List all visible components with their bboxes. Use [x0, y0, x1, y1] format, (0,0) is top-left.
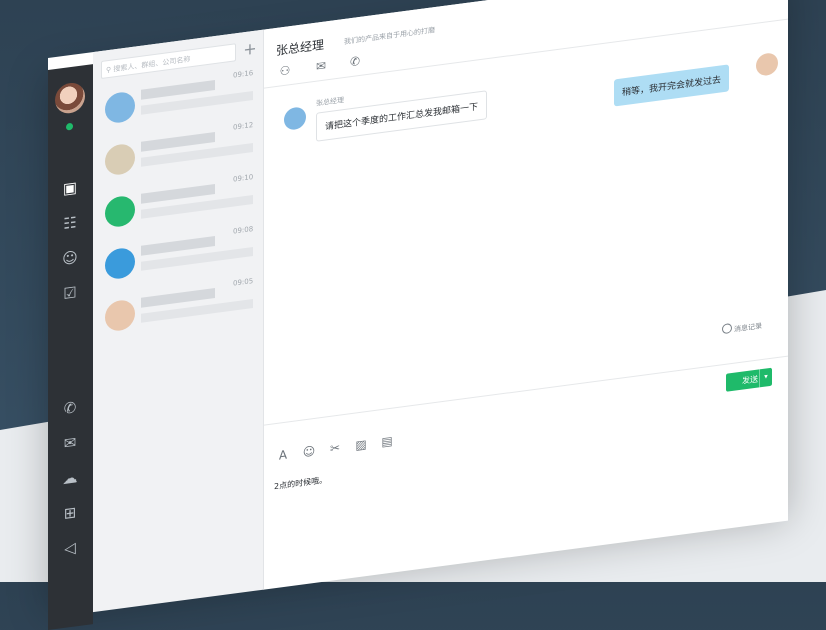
clock-icon	[722, 322, 732, 335]
contacts-icon[interactable]: ☺	[59, 246, 81, 271]
send-button[interactable]: 发送 ▼	[726, 367, 772, 392]
cloud-icon[interactable]: ☁	[59, 466, 81, 491]
chat-icon[interactable]: ▣	[59, 176, 81, 201]
contact-avatar	[105, 142, 135, 177]
emoji-icon[interactable]: ☺	[300, 442, 318, 460]
sender-avatar	[284, 106, 306, 131]
speaker-icon[interactable]: ◁	[59, 536, 81, 561]
image-icon[interactable]: ▨	[352, 436, 370, 454]
message-input[interactable]: 2点的时候哦。	[274, 474, 327, 492]
outgoing-message: 稍等，我开完会就发过去	[614, 64, 730, 107]
contact-avatar	[105, 90, 135, 125]
conversation-time: 09:08	[233, 224, 254, 236]
mail-icon[interactable]: ✉	[59, 431, 81, 456]
org-chart-icon[interactable]: ☷	[59, 211, 81, 236]
tasks-icon[interactable]: ☑	[59, 281, 81, 306]
sender-name: 张总经理	[316, 96, 344, 108]
user-avatar[interactable]	[55, 81, 85, 116]
email-icon[interactable]: ✉	[312, 57, 330, 75]
add-member-icon[interactable]: ⚇	[276, 62, 294, 80]
screenshot-icon[interactable]: ✂	[326, 439, 344, 457]
search-placeholder: 搜索人、群组、公司名称	[113, 55, 191, 74]
conversation-list: ⚲ 搜索人、群组、公司名称 + 09:16 09:12 09:10 09:08 …	[93, 29, 264, 613]
contact-name: 张总经理	[276, 37, 325, 58]
conversation-time: 09:05	[233, 276, 254, 288]
add-button[interactable]: +	[241, 39, 259, 60]
contact-avatar	[105, 246, 135, 281]
message-history-link[interactable]: 消息记录	[722, 319, 762, 336]
my-avatar	[756, 51, 778, 77]
phone-icon[interactable]: ✆	[59, 396, 81, 421]
composer-divider	[264, 355, 788, 426]
apps-icon[interactable]: ⊞	[59, 501, 81, 526]
online-status-dot	[66, 122, 73, 131]
contact-avatar	[105, 298, 135, 333]
font-icon[interactable]: A	[274, 446, 292, 464]
conversation-time: 09:12	[233, 120, 254, 132]
contact-avatar	[105, 194, 135, 229]
call-icon[interactable]: ✆	[346, 52, 364, 70]
conversation-time: 09:10	[233, 172, 254, 184]
conversation-time: 09:16	[233, 68, 254, 80]
chat-panel: 张总经理 我们的产品来自于用心的打磨 ⚇ ✉ ✆ 张总经理 请把这个季度的工作汇…	[264, 0, 788, 590]
chevron-down-icon[interactable]: ▼	[759, 367, 772, 388]
contact-signature: 我们的产品来自于用心的打磨	[344, 26, 435, 47]
left-nav-rail: ▣ ☷ ☺ ☑ ✆ ✉ ☁ ⊞ ◁	[48, 64, 93, 630]
folder-icon[interactable]: ▤	[378, 432, 396, 450]
chat-app-window: ▣ ☷ ☺ ☑ ✆ ✉ ☁ ⊞ ◁ ⚲ 搜索人、群组、公司名称 + 09:16 …	[48, 0, 788, 630]
